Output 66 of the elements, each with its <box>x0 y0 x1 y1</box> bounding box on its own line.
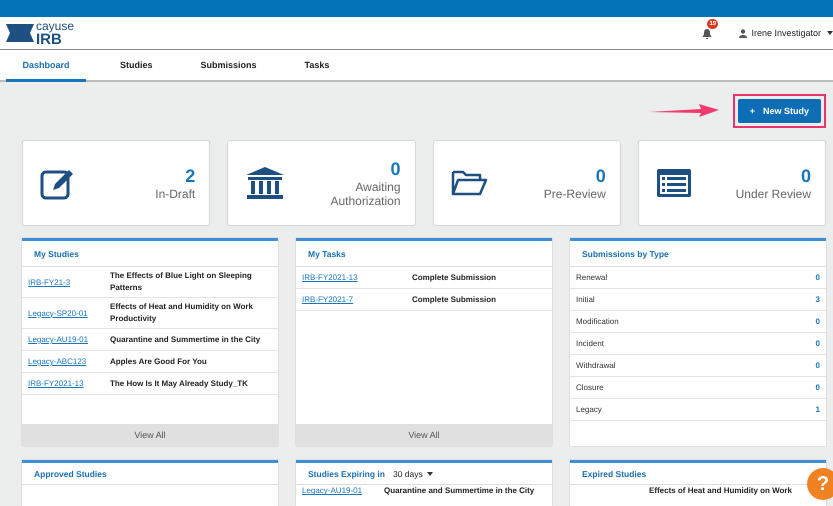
study-link[interactable]: IRB-FY2021-13 <box>302 273 406 282</box>
study-title: Quarantine and Summertime in the City <box>110 334 260 346</box>
nav-tab[interactable]: Tasks <box>290 50 344 82</box>
nav-tab[interactable]: Dashboard <box>6 50 86 82</box>
bell-icon[interactable] <box>701 28 714 40</box>
study-link[interactable]: IRB-FY21-3 <box>28 278 104 286</box>
submission-count[interactable]: 3 <box>816 295 820 304</box>
study-title: The How Is It May Already Study_TK <box>110 378 248 390</box>
stat-card[interactable]: 0 Awaiting Authorization <box>227 140 416 226</box>
stat-card[interactable]: 2 In-Draft <box>22 140 210 226</box>
submission-count[interactable]: 0 <box>816 339 820 348</box>
stat-count: 0 <box>596 166 606 186</box>
submission-count[interactable]: 0 <box>816 273 820 282</box>
submission-count[interactable]: 1 <box>816 405 820 414</box>
submission-type: Initial <box>576 295 596 304</box>
panel-title: Expired Studies <box>582 468 646 478</box>
study-title: Quarantine and Summertime in the City <box>384 485 534 497</box>
stat-count: 2 <box>185 166 196 186</box>
logo-icon <box>6 22 34 44</box>
panel-title: My Studies <box>34 248 79 258</box>
submission-type: Closure <box>576 383 605 392</box>
period-dropdown[interactable]: 30 days <box>392 468 433 478</box>
stat-card[interactable]: 0 Pre-Review <box>432 140 621 226</box>
study-link[interactable]: IRB-FY2021-13 <box>28 379 104 388</box>
logo-text: cayuse <box>36 20 74 32</box>
study-title: Apples Are Good For You <box>110 356 207 368</box>
submission-count[interactable]: 0 <box>816 383 820 392</box>
study-link[interactable]: Legacy-ABC123 <box>28 357 104 366</box>
study-link[interactable]: Legacy-SP20-01 <box>28 308 104 318</box>
user-icon <box>739 28 748 38</box>
task-name: Complete Submission <box>412 272 496 284</box>
panel-title: Studies Expiring in <box>308 468 385 478</box>
submission-type: Modification <box>576 317 620 326</box>
stat-card[interactable]: 0 Under Review <box>638 140 826 226</box>
logo-text: IRB <box>36 32 62 46</box>
study-title: Effects of Heat and Humidity on Work <box>649 485 792 497</box>
caret-icon <box>426 472 433 476</box>
panel-title: My Tasks <box>308 248 346 258</box>
stat-label: Under Review <box>736 186 811 200</box>
panel-title: Submissions by Type <box>582 248 669 258</box>
new-study-button[interactable]: + New Study <box>738 99 821 123</box>
user-menu[interactable]: Irene Investigator <box>751 28 821 38</box>
stat-count: 0 <box>390 158 400 180</box>
view-all-button[interactable]: View All <box>296 424 552 446</box>
stat-label: Awaiting Authorization <box>329 180 400 208</box>
stat-label: In-Draft <box>155 186 196 200</box>
panel-title: Approved Studies <box>34 468 107 478</box>
study-title: The Effects of Blue Light on Sleeping Patterns <box>110 270 253 294</box>
nav-tab[interactable]: Studies <box>106 50 167 82</box>
study-link[interactable]: Legacy-AU19-01 <box>28 335 104 344</box>
study-link[interactable]: IRB-FY2021-7 <box>302 295 406 304</box>
submission-type: Incident <box>576 339 606 348</box>
submission-type: Renewal <box>576 273 608 282</box>
submission-count[interactable]: 0 <box>816 361 820 370</box>
submission-type: Withdrawal <box>576 361 617 370</box>
task-name: Complete Submission <box>412 294 496 306</box>
submission-count[interactable]: 0 <box>816 317 820 326</box>
study-title: Effects of Heat and Humidity on Work Productivity <box>110 301 254 325</box>
bank-icon <box>244 164 286 202</box>
stat-label: Pre-Review <box>544 186 606 200</box>
stat-count: 0 <box>800 166 811 186</box>
caret-icon[interactable] <box>827 31 833 35</box>
submission-type: Legacy <box>576 405 603 414</box>
view-all-button[interactable]: View All <box>22 424 278 446</box>
nav-tab[interactable]: Submissions <box>186 50 271 82</box>
study-link[interactable]: Legacy-AU19-01 <box>302 486 378 496</box>
